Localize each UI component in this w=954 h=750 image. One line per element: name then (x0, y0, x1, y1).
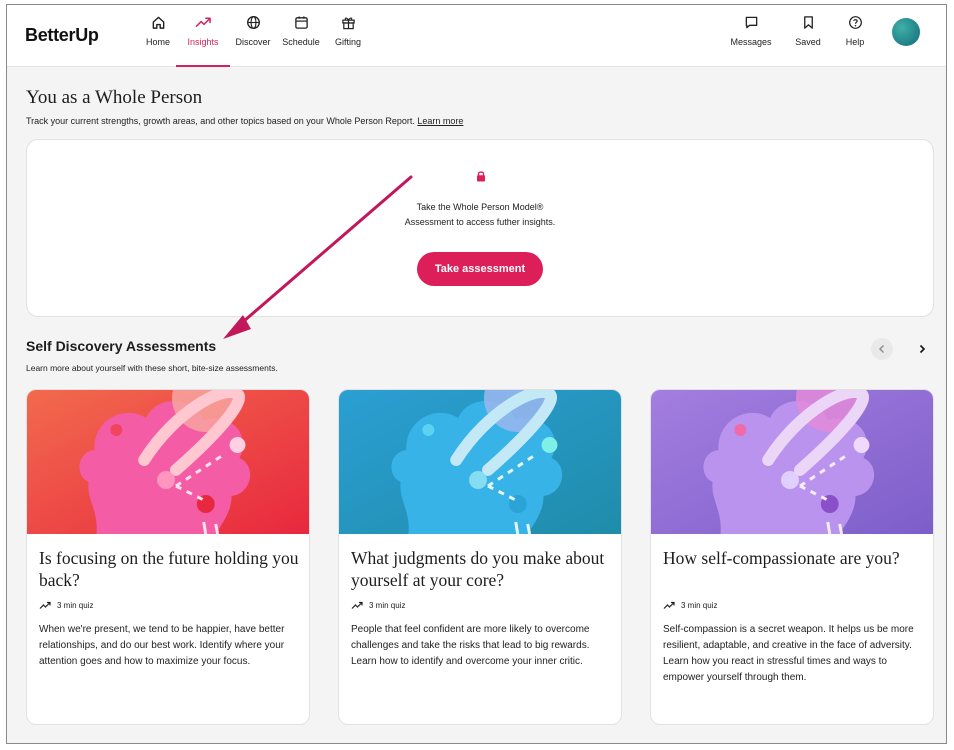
whole-person-subtitle-text: Track your current strengths, growth are… (26, 116, 415, 126)
home-icon (152, 16, 164, 29)
take-assessment-button[interactable]: Take assessment (417, 252, 543, 286)
section-subtitle: Learn more about yourself with these sho… (26, 363, 278, 373)
chevron-left-icon (879, 345, 884, 353)
nav-label-gifting: Gifting (334, 37, 361, 47)
carousel-next-button[interactable] (911, 338, 933, 360)
carousel-prev-button[interactable] (871, 338, 893, 360)
nav-label-messages: Messages (730, 37, 772, 47)
globe-icon (246, 16, 260, 29)
nav-gifting[interactable]: Gifting (331, 15, 365, 67)
chevron-right-icon (919, 344, 926, 354)
card-meta: 3 min quiz (351, 601, 405, 610)
card-title: What judgments do you make about yoursel… (351, 548, 605, 590)
nav-discover[interactable]: Discover (234, 15, 272, 67)
message-icon (745, 16, 757, 29)
trend-up-icon (39, 601, 51, 609)
card-description: Self-compassion is a secret weapon. It h… (663, 624, 914, 683)
trend-up-icon (195, 17, 211, 27)
bookmark-icon (803, 16, 813, 29)
locked-message: Take the Whole Person Model® Assessment … (27, 200, 933, 230)
trend-up-icon (351, 601, 363, 609)
card-duration: 3 min quiz (681, 601, 718, 610)
user-avatar[interactable] (892, 18, 920, 46)
top-nav: BetterUp Home Insights Discover Schedule… (7, 5, 946, 67)
card-duration: 3 min quiz (369, 601, 406, 610)
app-window: BetterUp Home Insights Discover Schedule… (6, 4, 947, 744)
nav-home[interactable]: Home (144, 15, 172, 67)
calendar-icon (294, 16, 308, 29)
card-meta: 3 min quiz (39, 601, 93, 610)
nav-label-help: Help (845, 37, 865, 47)
learn-more-link[interactable]: Learn more (417, 116, 463, 126)
card-duration: 3 min quiz (57, 601, 94, 610)
card-illustration (651, 390, 933, 534)
nav-saved[interactable]: Saved (793, 15, 823, 67)
lock-icon (477, 171, 485, 182)
assessment-card[interactable]: What judgments do you make about yoursel… (338, 389, 622, 725)
card-title: Is focusing on the future holding you ba… (39, 548, 299, 590)
assessment-card[interactable]: Is focusing on the future holding you ba… (26, 389, 310, 725)
card-illustration (339, 390, 621, 534)
nav-schedule[interactable]: Schedule (281, 15, 321, 67)
gift-icon (341, 17, 355, 30)
card-description: When we're present, we tend to be happie… (39, 624, 285, 667)
help-icon (848, 16, 862, 29)
card-description: People that feel confident are more like… (351, 624, 590, 667)
nav-help[interactable]: Help (843, 15, 867, 67)
trend-up-icon (663, 601, 675, 609)
nav-label-saved: Saved (795, 37, 821, 47)
page-title: You as a Whole Person (26, 87, 203, 108)
nav-label-insights: Insights (187, 37, 219, 47)
locked-message-line2: Assessment to access futher insights. (404, 217, 556, 227)
assessment-card[interactable]: How self-compassionate are you? 3 min qu… (650, 389, 934, 725)
nav-insights[interactable]: Insights (176, 15, 230, 67)
card-illustration (27, 390, 309, 534)
nav-label-home: Home (145, 37, 170, 47)
locked-message-line1: Take the Whole Person Model® (416, 202, 544, 212)
betterup-logo[interactable]: BetterUp (25, 25, 99, 46)
nav-messages[interactable]: Messages (729, 15, 773, 67)
whole-person-locked-panel: Take the Whole Person Model® Assessment … (26, 139, 934, 317)
nav-label-schedule: Schedule (282, 37, 320, 47)
card-title: How self-compassionate are you? (663, 548, 900, 568)
card-meta: 3 min quiz (663, 601, 717, 610)
nav-label-discover: Discover (235, 37, 271, 47)
section-title: Self Discovery Assessments (26, 338, 217, 354)
whole-person-subtitle: Track your current strengths, growth are… (26, 116, 463, 126)
